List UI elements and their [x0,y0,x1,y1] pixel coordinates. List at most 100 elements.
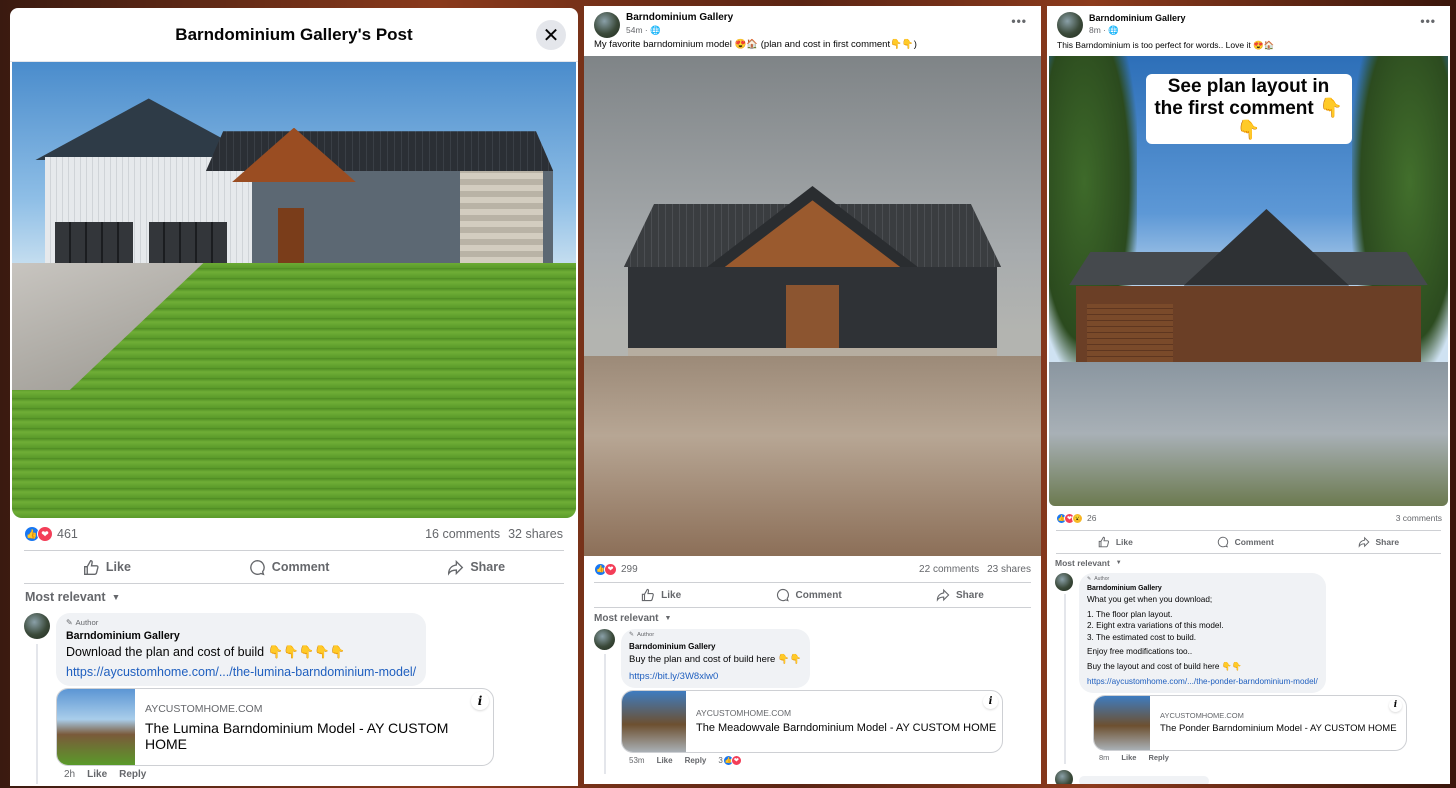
link-preview-card[interactable]: AYCUSTOMHOME.COM The Ponder Barndominium… [1093,694,1407,751]
globe-icon: 🌐 [650,25,661,35]
comment-time[interactable]: 8m [1099,753,1109,762]
thumbs-up-icon [83,559,99,575]
shares-count[interactable]: 32 shares [508,527,563,541]
comment-like-button[interactable]: Like [657,756,673,765]
link-preview-card[interactable]: AYCUSTOMHOME.COM The Lumina Barndominium… [56,688,494,767]
comment-line: 3. The estimated cost to build. [1087,632,1197,642]
pencil-icon: ✎ [629,632,634,638]
comment-avatar[interactable] [1055,770,1073,784]
like-button[interactable]: Like [1098,536,1133,548]
post-header: Barndominium Gallery 8m · 🌐 ••• [1047,6,1450,38]
info-icon[interactable]: i [1389,698,1402,712]
comment-avatar[interactable] [594,629,615,650]
comment-reply-button[interactable]: Reply [119,769,146,780]
comments-count[interactable]: 3 comments [1396,513,1442,523]
comment-line: What you get when you download; [1087,595,1213,605]
comment-reply-button[interactable]: Reply [1148,753,1168,762]
share-button[interactable]: Share [1358,536,1399,548]
reaction-summary[interactable]: 👍 ❤ 461 [24,526,78,542]
post-photo[interactable] [12,62,576,518]
comment-like-button[interactable]: Like [1121,753,1136,762]
photo-ground [584,356,1041,556]
love-reaction-icon: ❤ [730,754,742,766]
post-author[interactable]: Barndominium Gallery [1089,12,1186,24]
like-button[interactable]: Like [83,559,131,576]
thumbs-up-icon [642,588,655,602]
comment-reply-button[interactable]: Reply [685,756,707,765]
post-author[interactable]: Barndominium Gallery [626,12,733,24]
page-avatar[interactable] [1057,12,1083,38]
photo-house [34,98,554,281]
comment-link[interactable]: https://aycustomhome.com/.../the-ponder-… [1087,676,1318,688]
info-icon[interactable]: i [471,692,489,711]
comment-avatar[interactable] [1055,573,1073,591]
post-time[interactable]: 54m [626,25,643,35]
post-actions: Like Comment Share [24,550,564,584]
comment-line: Buy the layout and cost of build here 👇👇 [1087,661,1243,671]
pencil-icon: ✎ [66,618,73,627]
comment-button[interactable]: Comment [776,588,842,602]
comment-time[interactable]: 53m [629,756,645,765]
comment: ✎ Author Barndominium Gallery Buy the pl… [584,628,1041,774]
link-preview-card[interactable]: AYCUSTOMHOME.COM The Meadowvale Barndomi… [621,689,1003,753]
page-avatar[interactable] [594,12,620,38]
shares-count[interactable]: 23 shares [987,564,1031,575]
comment-line: Enjoy free modifications too.. [1087,647,1193,657]
author-badge: ✎ Author [66,618,99,627]
comment-sort-dropdown[interactable]: Most relevant ▼ [1047,554,1450,572]
comment-link[interactable]: https://bit.ly/3W8xlw0 [629,670,802,683]
reaction-count: 26 [1087,513,1097,523]
post-stats: 👍 ❤ 😮 26 3 comments [1047,506,1450,530]
comments-count[interactable]: 16 comments [425,527,500,541]
post-actions: Like Comment Share [1056,530,1441,554]
share-button[interactable]: Share [936,588,984,602]
post-meadowvale: Barndominium Gallery 54m · 🌐 ••• My favo… [584,6,1041,784]
comment-author[interactable]: Barndominium Gallery [66,628,416,644]
author-badge: ✎ Author [629,632,655,638]
comment-author[interactable]: Barndominium Gallery [629,640,802,653]
more-options-button[interactable]: ••• [1011,14,1027,28]
thread-line [36,644,38,784]
reaction-summary[interactable]: 👍 ❤ 😮 26 [1056,512,1097,524]
link-title: The Ponder Barndominium Model - AY CUSTO… [1160,723,1397,735]
comment-like-button[interactable]: Like [87,769,107,780]
share-button[interactable]: Share [447,559,505,576]
post-photo[interactable]: See plan layout in the first comment 👇👇 [1049,56,1448,506]
post-photo[interactable] [584,56,1041,556]
thumbs-up-icon [1098,536,1109,548]
post-header: Barndominium Gallery 54m · 🌐 ••• [584,6,1041,38]
comment: ✎ Author Barndominium Gallery What you g… [1047,572,1450,764]
comment-reactions[interactable]: 3 👍 ❤ [718,754,742,766]
comment-author[interactable]: Barndominium Gallery [1087,583,1318,595]
photo-driveway [1049,362,1448,506]
caret-down-icon: ▼ [1115,560,1122,566]
comments-count[interactable]: 22 comments [919,564,979,575]
post-stats: 👍 ❤ 299 22 comments 23 shares [584,556,1041,582]
reaction-summary[interactable]: 👍 ❤ 299 [594,562,638,576]
post-time[interactable]: 8m [1089,25,1101,35]
link-thumbnail [57,689,135,766]
comment-line: 2. Eight extra variations of this model. [1087,621,1224,631]
comment-bubble-icon [1217,536,1228,548]
author-badge: ✎ Author [1087,576,1110,582]
comment-sort-dropdown[interactable]: Most relevant ▼ [584,608,1041,628]
comment-time[interactable]: 2h [64,769,75,780]
comment-bubble: ✎ Author Barndominium Gallery Buy the pl… [621,629,810,688]
photo-house [593,186,1032,366]
comment-actions: 53m Like Reply 3 👍 ❤ [621,753,1003,766]
thread-line [604,654,606,774]
photo-house [1068,209,1429,362]
close-button[interactable]: ✕ [536,20,566,50]
wow-reaction-icon: 😮 [1072,512,1083,524]
comment-button[interactable]: Comment [249,559,329,576]
more-options-button[interactable]: ••• [1420,14,1436,28]
info-icon[interactable]: i [983,693,998,709]
comment-line: 1. The floor plan layout. [1087,609,1173,619]
link-thumbnail [1094,695,1150,750]
comment-link[interactable]: https://aycustomhome.com/.../the-lumina-… [66,664,416,680]
comment-avatar[interactable] [24,613,50,639]
thread-line [1064,594,1066,764]
like-button[interactable]: Like [641,588,681,602]
comment-button[interactable]: Comment [1217,536,1274,548]
comment-sort-dropdown[interactable]: Most relevant ▼ [10,584,578,610]
